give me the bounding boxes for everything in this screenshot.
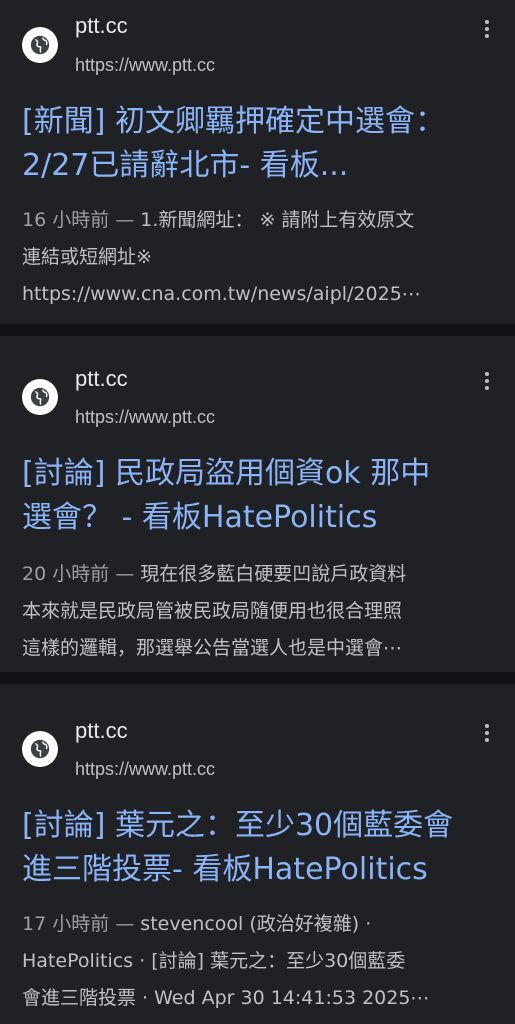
title-line: 進三階投票- 看板HatePolitics [22, 852, 428, 887]
globe-icon [22, 379, 58, 415]
site-url[interactable]: https://www.ptt.cc [75, 758, 215, 780]
title-line: [新聞] 初文卿羈押確定中選會： [22, 104, 445, 139]
snippet-line: 17 小時前 — stevencool (政治好複雜) · [22, 906, 492, 943]
result-snippet: 20 小時前 — 現在很多藍白硬要凹說戶政資料 本來就是民政局管被民政局隨便用也… [22, 556, 492, 667]
result-title-link[interactable]: [討論] 葉元之：至少30個藍委會 進三階投票- 看板HatePolitics [22, 804, 492, 892]
title-line: [討論] 葉元之：至少30個藍委會 [22, 808, 454, 843]
site-url[interactable]: https://www.ptt.cc [75, 54, 215, 76]
result-date: 16 小時前 — [22, 209, 135, 231]
search-result-card[interactable]: ptt.cc https://www.ptt.cc [討論] 葉元之：至少30個… [0, 684, 515, 1024]
globe-icon [22, 731, 58, 767]
title-line: 選會？ - 看板HatePolitics [22, 500, 378, 535]
result-date: 20 小時前 — [22, 563, 135, 585]
more-options-icon[interactable] [477, 721, 497, 745]
site-name[interactable]: ptt.cc [75, 13, 128, 39]
result-title-link[interactable]: [新聞] 初文卿羈押確定中選會： 2/27已請辭北市- 看板... [22, 100, 492, 188]
snippet-line: 本來就是民政局管被民政局隨便用也很合理照 [22, 600, 403, 622]
site-url[interactable]: https://www.ptt.cc [75, 406, 215, 428]
snippet-line: 16 小時前 — 1.新聞網址： ※ 請附上有效原文 [22, 202, 492, 239]
title-line: 2/27已請辭北市- 看板... [22, 148, 349, 183]
snippet-line: 連結或短網址※ [22, 246, 152, 268]
result-snippet: 16 小時前 — 1.新聞網址： ※ 請附上有效原文 連結或短網址※ https… [22, 202, 492, 313]
snippet-line: HatePolitics · [討論] 葉元之：至少30個藍委 [22, 950, 406, 972]
result-date: 17 小時前 — [22, 913, 135, 935]
snippet-line: 20 小時前 — 現在很多藍白硬要凹說戶政資料 [22, 556, 492, 593]
search-result-card[interactable]: ptt.cc https://www.ptt.cc [新聞] 初文卿羈押確定中選… [0, 0, 515, 324]
globe-icon [22, 27, 58, 63]
site-name[interactable]: ptt.cc [75, 718, 128, 744]
search-result-card[interactable]: ptt.cc https://www.ptt.cc [討論] 民政局盜用個資ok… [0, 336, 515, 672]
snippet-text: 1.新聞網址： ※ 請附上有效原文 [134, 209, 415, 231]
snippet-line: 這樣的邏輯，那選舉公告當選人也是中選會⋯ [22, 637, 403, 659]
site-name[interactable]: ptt.cc [75, 366, 128, 392]
result-snippet: 17 小時前 — stevencool (政治好複雜) · HatePoliti… [22, 906, 492, 1017]
snippet-line: https://www.cna.com.tw/news/aipl/2025⋯ [22, 283, 421, 305]
snippet-line: 會進三階投票 · Wed Apr 30 14:41:53 2025⋯ [22, 987, 430, 1009]
title-line: [討論] 民政局盜用個資ok 那中 [22, 456, 431, 491]
snippet-text: 現在很多藍白硬要凹說戶政資料 [134, 563, 407, 585]
snippet-text: stevencool (政治好複雜) · [134, 913, 372, 935]
result-title-link[interactable]: [討論] 民政局盜用個資ok 那中 選會？ - 看板HatePolitics [22, 452, 492, 540]
more-options-icon[interactable] [477, 17, 497, 41]
more-options-icon[interactable] [477, 369, 497, 393]
